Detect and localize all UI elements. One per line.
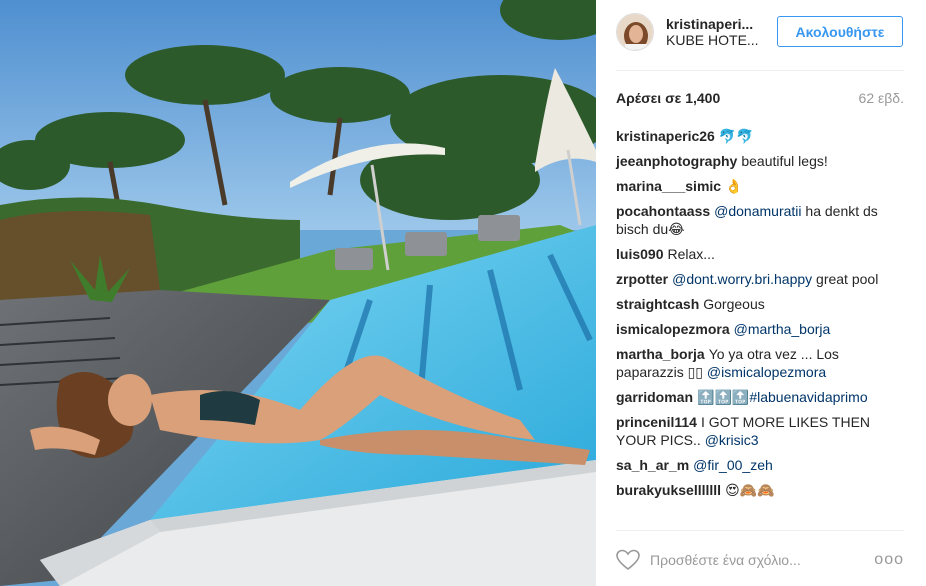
comment-item: sa_h_ar_m @fir_00_zeh — [616, 456, 900, 474]
comment-text: great pool — [816, 271, 879, 287]
comment-mention[interactable]: @ismicalopezmora — [707, 364, 826, 380]
comment-username[interactable]: pocahontaass — [616, 203, 710, 219]
comment-item: martha_borja Yo ya otra vez ... Los papar… — [616, 345, 900, 381]
comment-username[interactable]: sa_h_ar_m — [616, 457, 689, 473]
comment-username[interactable]: burakyukselllllll — [616, 482, 721, 498]
comment-username[interactable]: zrpotter — [616, 271, 668, 287]
comment-text: beautiful legs! — [741, 153, 828, 169]
comment-username[interactable]: garridoman — [616, 389, 693, 405]
author-username[interactable]: kristinaperi... — [666, 16, 786, 32]
comment-username[interactable]: martha_borja — [616, 346, 705, 362]
comment-item: burakyukselllllll 😍🙈🙈 — [616, 481, 900, 499]
add-comment-input[interactable]: Προσθέστε ένα σχόλιο... — [650, 552, 874, 568]
heart-icon[interactable] — [616, 549, 640, 571]
comment-mention[interactable]: @dont.worry.bri.happy — [672, 271, 812, 287]
comment-mention[interactable]: @fir_00_zeh — [693, 457, 773, 473]
post-sidebar: kristinaperi... KUBE HOTE... Ακολουθήστε… — [596, 0, 926, 586]
post-header: kristinaperi... KUBE HOTE... Ακολουθήστε — [616, 8, 906, 56]
heart-icon-svg — [616, 549, 640, 571]
comment-mention[interactable]: @donamuratii — [714, 203, 801, 219]
header-divider — [616, 70, 904, 71]
comment-item: jeeanphotography beautiful legs! — [616, 152, 900, 170]
comment-username[interactable]: kristinaperic26 — [616, 128, 715, 144]
comment-item: garridoman 🔝🔝🔝#labuenavidaprimo — [616, 388, 900, 406]
avatar-image — [617, 14, 653, 50]
comment-bar: Προσθέστε ένα σχόλιο... ooo — [616, 545, 904, 575]
comment-item: ismicalopezmora @martha_borja — [616, 320, 900, 338]
comment-text: 👌 — [725, 178, 743, 194]
pool-photo-illustration — [0, 0, 596, 586]
comment-item: straightcash Gorgeous — [616, 295, 900, 313]
comment-mention[interactable]: @martha_borja — [734, 321, 831, 337]
footer-divider — [616, 530, 904, 531]
comment-text: 🐬🐬 — [718, 128, 754, 144]
comment-item: marina___simic 👌 — [616, 177, 900, 195]
likes-count[interactable]: Αρέσει σε 1,400 — [616, 90, 720, 106]
comment-text: Relax... — [667, 246, 715, 262]
comment-username[interactable]: jeeanphotography — [616, 153, 737, 169]
comment-username[interactable]: princenil114 — [616, 414, 697, 430]
comment-text: Gorgeous — [703, 296, 765, 312]
comment-username[interactable]: marina___simic — [616, 178, 721, 194]
comment-text: 🔝🔝🔝 — [697, 389, 750, 405]
comment-mention[interactable]: @krisic3 — [705, 432, 759, 448]
post-location[interactable]: KUBE HOTE... — [666, 32, 786, 48]
likes-row: Αρέσει σε 1,400 62 εβδ. — [616, 90, 904, 106]
post-age[interactable]: 62 εβδ. — [859, 90, 904, 106]
post-photo[interactable] — [0, 0, 596, 586]
comment-item: princenil114 I GOT MORE LIKES THEN YOUR P… — [616, 413, 900, 449]
comment-username[interactable]: straightcash — [616, 296, 699, 312]
post-view: kristinaperi... KUBE HOTE... Ακολουθήστε… — [0, 0, 926, 586]
comment-text: 😍🙈🙈 — [725, 482, 775, 498]
comment-list: kristinaperic26 🐬🐬 jeeanphotography beauti… — [616, 127, 900, 506]
comment-username[interactable]: ismicalopezmora — [616, 321, 730, 337]
avatar[interactable] — [616, 13, 654, 51]
comment-item: kristinaperic26 🐬🐬 — [616, 127, 900, 145]
follow-button[interactable]: Ακολουθήστε — [777, 16, 903, 47]
comment-item: luis090 Relax... — [616, 245, 900, 263]
more-options-icon[interactable]: ooo — [874, 551, 904, 569]
comment-item: pocahontaass @donamuratii ha denkt ds bis… — [616, 202, 900, 238]
post-author: kristinaperi... KUBE HOTE... — [666, 16, 786, 48]
comment-hashtag[interactable]: #labuenavidaprimo — [749, 389, 867, 405]
comment-username[interactable]: luis090 — [616, 246, 663, 262]
comment-item: zrpotter @dont.worry.bri.happy great pool — [616, 270, 900, 288]
